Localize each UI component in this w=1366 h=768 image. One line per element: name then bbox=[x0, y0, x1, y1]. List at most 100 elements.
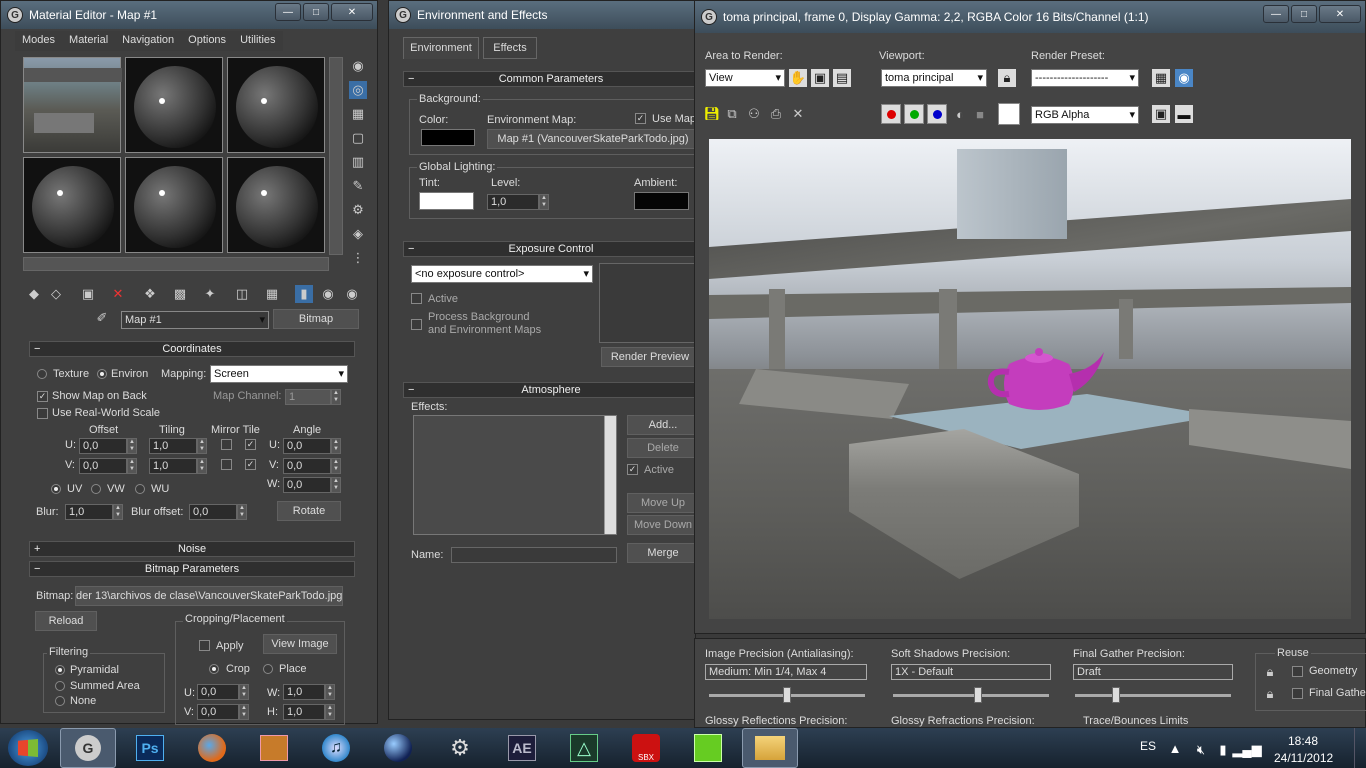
close-icon[interactable]: ✕ bbox=[1319, 5, 1361, 23]
move-up-button[interactable]: Move Up bbox=[627, 493, 699, 513]
reset-map-icon[interactable]: ✕ bbox=[109, 285, 127, 303]
angle-u-field[interactable]: 0,0 bbox=[283, 438, 331, 454]
language-indicator[interactable]: ES bbox=[1140, 739, 1156, 753]
sample-slot-6[interactable] bbox=[227, 157, 325, 253]
render-setup-icon[interactable]: ▦ bbox=[1152, 69, 1170, 87]
taskbar-archive[interactable] bbox=[246, 728, 302, 768]
sample-slot-3[interactable] bbox=[227, 57, 325, 153]
tray-arrow-icon[interactable]: ▲ bbox=[1166, 739, 1184, 757]
crop-radio[interactable] bbox=[209, 664, 219, 674]
tray-network-icon[interactable]: ▂▄▆ bbox=[1232, 741, 1261, 759]
crop-h-spinner[interactable]: ▲ ▼ bbox=[325, 704, 335, 720]
move-down-button[interactable]: Move Down bbox=[627, 515, 699, 535]
taskbar-green-app[interactable] bbox=[680, 728, 736, 768]
final-gather-checkbox[interactable] bbox=[1292, 688, 1303, 699]
effect-active-checkbox[interactable]: ✓ bbox=[627, 464, 638, 475]
noise-rollout-header[interactable]: + Noise bbox=[29, 541, 355, 557]
environment-effects-icon[interactable]: ◉ bbox=[1175, 69, 1193, 87]
slots-vscroll[interactable] bbox=[329, 57, 343, 255]
angle-w-field[interactable]: 0,0 bbox=[283, 477, 331, 493]
bitmap-path-button[interactable]: der 13\archivos de clase\VancouverSkateP… bbox=[75, 586, 343, 606]
exposure-dropdown[interactable]: <no exposure control> bbox=[411, 265, 593, 283]
material-effects-icon[interactable]: ✦ bbox=[201, 285, 219, 303]
clock-time[interactable]: 18:48 bbox=[1288, 734, 1318, 748]
material-map-navigator-icon[interactable]: ⋮ bbox=[349, 249, 367, 267]
env-effects-titlebar[interactable]: G Environment and Effects bbox=[389, 1, 695, 29]
sample-type-icon[interactable]: ◉ bbox=[349, 57, 367, 75]
backlight-icon[interactable]: ◎ bbox=[349, 81, 367, 99]
wu-radio[interactable] bbox=[135, 484, 145, 494]
offset-u-field[interactable]: 0,0 bbox=[79, 438, 127, 454]
ambient-swatch[interactable] bbox=[634, 192, 689, 210]
effects-list[interactable] bbox=[413, 415, 617, 535]
blur-offset-spinner[interactable]: ▲ ▼ bbox=[237, 504, 247, 520]
level-spinner[interactable]: ▲ ▼ bbox=[539, 194, 549, 210]
clone-frame-icon[interactable]: ⚇ bbox=[745, 105, 763, 123]
map-name-dropdown[interactable]: Map #1 bbox=[121, 311, 269, 329]
show-map-on-back-checkbox[interactable]: ✓ bbox=[37, 391, 48, 402]
tiling-v-field[interactable]: 1,0 bbox=[149, 458, 197, 474]
red-channel-toggle[interactable] bbox=[881, 104, 901, 124]
menu-material[interactable]: Material bbox=[62, 31, 115, 51]
blur-spinner[interactable]: ▲ ▼ bbox=[113, 504, 123, 520]
select-by-material-icon[interactable]: ◈ bbox=[349, 225, 367, 243]
tiling-v-spinner[interactable]: ▲ ▼ bbox=[197, 458, 207, 474]
atmosphere-header[interactable]: − Atmosphere bbox=[403, 382, 699, 398]
angle-u-spinner[interactable]: ▲ ▼ bbox=[331, 438, 341, 454]
add-effect-button[interactable]: Add... bbox=[627, 415, 699, 435]
channel-display-dropdown[interactable]: RGB Alpha bbox=[1031, 106, 1139, 124]
show-map-viewport-icon[interactable]: ◫ bbox=[233, 285, 251, 303]
pyramidal-radio[interactable] bbox=[55, 665, 65, 675]
minimize-icon[interactable]: — bbox=[1263, 5, 1289, 23]
image-precision-thumb[interactable] bbox=[783, 687, 791, 703]
effects-list-scrollbar[interactable] bbox=[604, 416, 616, 534]
swatch-white[interactable] bbox=[998, 103, 1020, 125]
tray-power-icon[interactable]: ▮ bbox=[1214, 741, 1232, 759]
env-map-button[interactable]: Map #1 (VancouverSkateParkTodo.jpg) bbox=[487, 129, 699, 149]
tile-v-checkbox[interactable]: ✓ bbox=[245, 459, 256, 470]
get-material-icon[interactable]: ◆ bbox=[25, 285, 43, 303]
eyedropper-icon[interactable]: ✐ bbox=[93, 309, 111, 327]
final-gather-field[interactable]: Draft bbox=[1073, 664, 1233, 680]
taskbar-itunes[interactable]: ♫ bbox=[308, 728, 364, 768]
crop-v-field[interactable]: 0,0 bbox=[197, 704, 239, 720]
use-real-world-checkbox[interactable] bbox=[37, 408, 48, 419]
show-end-result-icon[interactable]: ▦ bbox=[263, 285, 281, 303]
summed-area-radio[interactable] bbox=[55, 681, 65, 691]
slots-hscroll[interactable] bbox=[23, 257, 329, 271]
taskbar-sbx[interactable]: SBX bbox=[618, 728, 674, 768]
area-to-render-dropdown[interactable]: View bbox=[705, 69, 785, 87]
lock-viewport-icon[interactable]: 🔒︎ bbox=[998, 69, 1016, 87]
show-desktop-button[interactable] bbox=[1354, 728, 1366, 768]
video-color-icon[interactable]: ▥ bbox=[349, 153, 367, 171]
common-params-header[interactable]: − Common Parameters bbox=[403, 71, 699, 87]
apply-checkbox[interactable] bbox=[199, 640, 210, 651]
make-preview-icon[interactable]: ✎ bbox=[349, 177, 367, 195]
exposure-control-header[interactable]: − Exposure Control bbox=[403, 241, 699, 257]
image-precision-slider[interactable] bbox=[709, 687, 865, 705]
close-icon[interactable]: ✕ bbox=[331, 3, 373, 21]
clock-date[interactable]: 24/11/2012 bbox=[1274, 751, 1333, 765]
display-alpha-icon[interactable]: ◐ bbox=[951, 105, 969, 123]
soft-shadows-field[interactable]: 1X - Default bbox=[891, 664, 1051, 680]
soft-shadows-slider[interactable] bbox=[893, 687, 1049, 705]
taskbar-after-effects[interactable]: AE bbox=[494, 728, 550, 768]
bg-color-swatch[interactable] bbox=[421, 129, 475, 146]
tiling-u-field[interactable]: 1,0 bbox=[149, 438, 197, 454]
mirror-u-checkbox[interactable] bbox=[221, 439, 232, 450]
blur-field[interactable]: 1,0 bbox=[65, 504, 113, 520]
menu-options[interactable]: Options bbox=[181, 31, 233, 51]
crop-w-spinner[interactable]: ▲ ▼ bbox=[325, 684, 335, 700]
offset-v-spinner[interactable]: ▲ ▼ bbox=[127, 458, 137, 474]
menu-utilities[interactable]: Utilities bbox=[233, 31, 282, 51]
taskbar-tools[interactable]: ⚙ bbox=[432, 728, 488, 768]
go-forward-sibling-icon[interactable]: ◉ bbox=[319, 285, 337, 303]
maximize-icon[interactable]: □ bbox=[303, 3, 329, 21]
put-to-library-icon[interactable]: ▩ bbox=[171, 285, 189, 303]
environ-radio[interactable] bbox=[97, 369, 107, 379]
tab-effects[interactable]: Effects bbox=[483, 37, 537, 59]
auto-region-icon[interactable]: ▣ bbox=[811, 69, 829, 87]
copy-image-icon[interactable]: ⧉ bbox=[723, 105, 741, 123]
viewport-dropdown[interactable]: toma principal bbox=[881, 69, 987, 87]
render-preset-dropdown[interactable]: -------------------- bbox=[1031, 69, 1139, 87]
